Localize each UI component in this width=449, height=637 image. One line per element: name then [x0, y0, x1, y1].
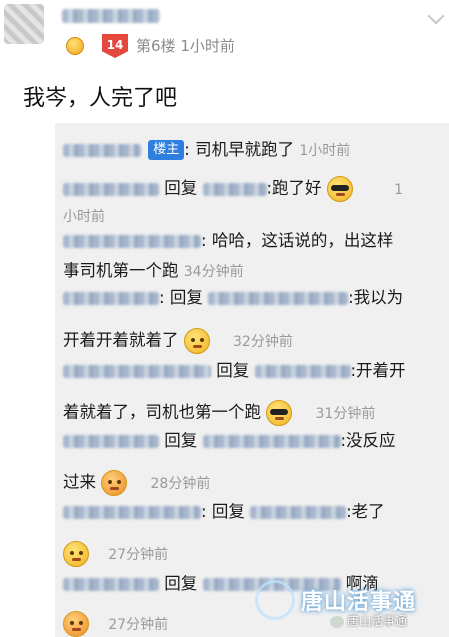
emoji-icon — [63, 541, 89, 567]
emoji-icon — [63, 611, 89, 637]
reply-text: 哈哈，这话说的，出这样 — [211, 231, 394, 250]
wechat-icon — [330, 615, 344, 628]
watermark-small: 唐山活事通 — [330, 612, 407, 629]
post-time: 1小时前 — [180, 37, 235, 55]
reply-user-blurred[interactable] — [63, 144, 141, 157]
reply-row[interactable]: 回复 :跑了好 1 — [63, 176, 403, 202]
reply-row[interactable]: : 回复 :老了 — [63, 501, 385, 523]
floor-label: 第6楼 — [136, 37, 176, 55]
post-meta: 第6楼 1小时前 — [136, 35, 235, 56]
watermark-logo-icon — [255, 580, 295, 620]
chevron-down-icon[interactable] — [427, 7, 445, 25]
emoji-icon — [326, 176, 353, 202]
reply-row[interactable]: : 哈哈，这话说的，出这样 — [63, 230, 393, 252]
avatar[interactable] — [4, 4, 44, 44]
level-badge: 14 — [102, 34, 128, 58]
comment-header: 14 第6楼 1小时前 — [0, 0, 449, 62]
reply-time: 1小时前 — [299, 143, 351, 159]
reply-list: 楼主: 司机早就跑了 1小时前 回复 :跑了好 1 小时前 : 哈哈，这话说的，… — [55, 123, 449, 637]
medal-icon — [66, 37, 84, 55]
angry-emoji-icon — [101, 470, 128, 496]
reply-text: :跑了好 — [266, 178, 322, 198]
reply-row[interactable]: 回复 :没反应 — [63, 430, 396, 452]
reply-row-cont: 小时前 — [63, 209, 105, 225]
sunglasses-emoji-icon — [266, 400, 293, 426]
emoji-icon — [183, 328, 210, 354]
op-badge: 楼主 — [148, 140, 185, 160]
comment-content: 我岑，人完了吧 — [23, 86, 178, 111]
reply-text: 司机早就跑了 — [195, 140, 295, 159]
reply-row[interactable]: 楼主: 司机早就跑了 1小时前 — [63, 139, 350, 162]
author-name-blurred[interactable] — [62, 9, 160, 23]
reply-row[interactable]: 回复 :开着开 — [63, 360, 406, 382]
reply-row[interactable]: : 回复 :我以为 — [63, 287, 403, 309]
